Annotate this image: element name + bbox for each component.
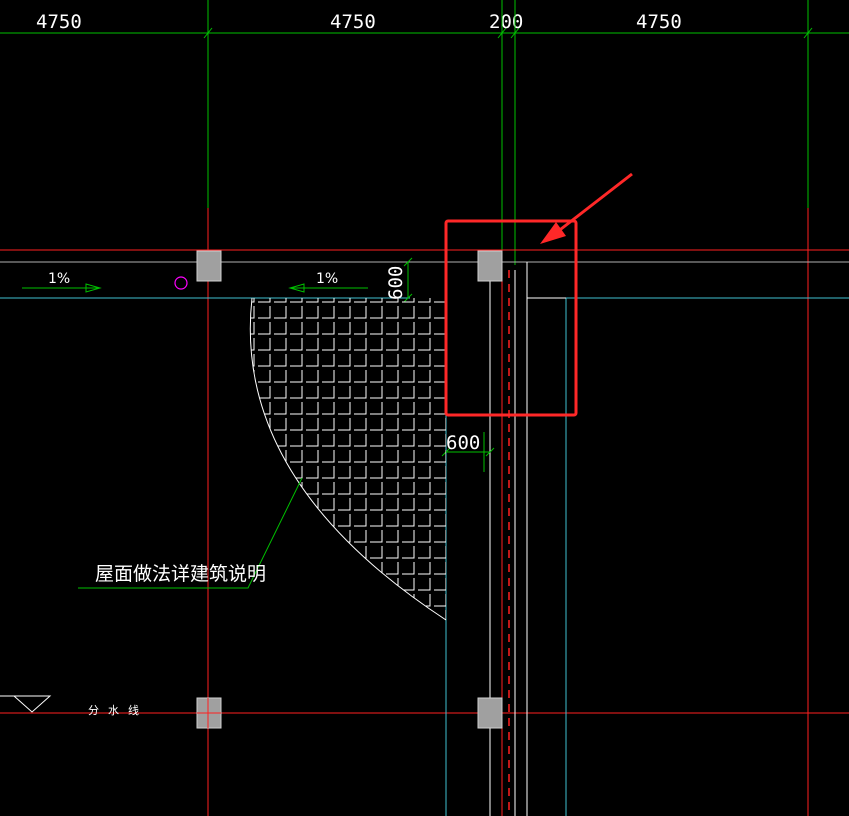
cad-drawing: 4750 4750 200 4750 1% 1% 600 600 屋面做法详建筑…: [0, 0, 849, 816]
dimension-600-horizontal: 600: [446, 432, 480, 454]
dimension-4750-right: 4750: [636, 11, 682, 33]
dimension-4750-middle: 4750: [330, 11, 376, 33]
roof-note-text: 屋面做法详建筑说明: [95, 563, 266, 585]
slope-label-left: 1%: [48, 271, 70, 287]
dimension-4750-left: 4750: [36, 11, 82, 33]
slope-label-right: 1%: [316, 271, 338, 287]
column-top-right: [477, 250, 503, 282]
dimension-600-vertical: 600: [385, 266, 407, 300]
column-top-left: [196, 250, 222, 282]
column-bottom-right: [477, 697, 503, 729]
divide-line-label: 分水线: [88, 703, 148, 717]
dimension-200: 200: [489, 11, 523, 33]
